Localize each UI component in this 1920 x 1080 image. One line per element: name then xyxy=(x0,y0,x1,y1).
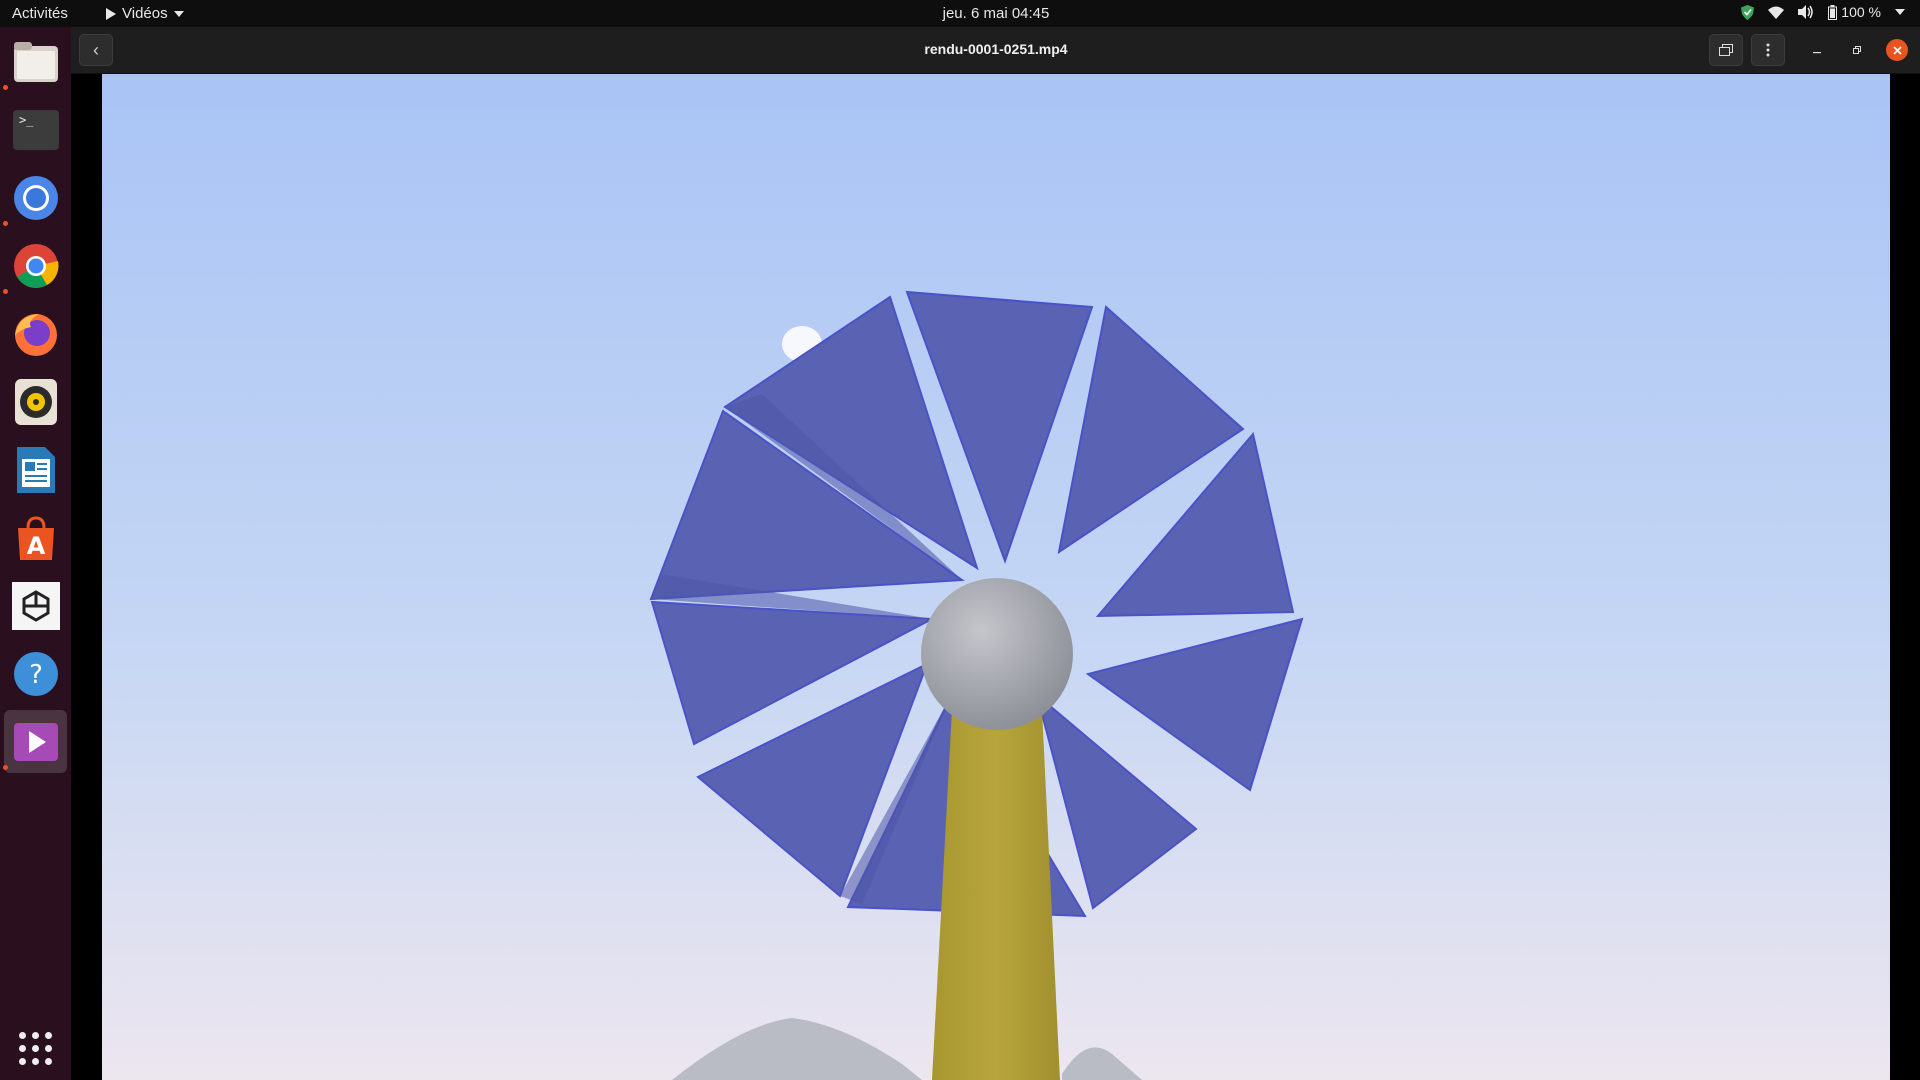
battery-icon xyxy=(1828,4,1838,20)
dock-item-videos[interactable] xyxy=(4,710,67,773)
windmill-pole xyxy=(932,710,1060,1080)
chevron-down-icon xyxy=(1895,9,1905,15)
video-frame xyxy=(102,74,1890,1080)
videos-window: ‹ rendu-0001-0251.mp4 xyxy=(71,27,1920,1080)
top-bar: Activités Vidéos jeu. 6 mai 04:45 100 % xyxy=(0,0,1920,27)
dock-item-files[interactable] xyxy=(4,30,67,93)
rhythmbox-icon xyxy=(14,378,57,425)
dock-item-software[interactable]: A xyxy=(4,506,67,569)
header-bar: ‹ rendu-0001-0251.mp4 xyxy=(71,27,1920,74)
window-title: rendu-0001-0251.mp4 xyxy=(924,41,1068,57)
minimize-button[interactable] xyxy=(1806,39,1828,61)
running-indicator xyxy=(3,221,8,226)
help-icon: ? xyxy=(13,651,58,696)
running-indicator xyxy=(3,765,8,770)
kebab-menu-icon xyxy=(1766,43,1770,57)
dock: >_ A ? xyxy=(0,27,71,1080)
minimize-icon xyxy=(1813,52,1821,54)
running-indicator xyxy=(3,85,8,90)
chromium-icon xyxy=(13,175,58,220)
unfullscreen-button[interactable] xyxy=(1709,34,1743,66)
svg-text:?: ? xyxy=(29,660,43,690)
wifi-icon xyxy=(1768,6,1785,19)
restore-button[interactable] xyxy=(1846,39,1868,61)
terminal-icon: >_ xyxy=(12,109,59,150)
document-icon xyxy=(16,446,55,493)
videos-icon xyxy=(13,722,58,761)
close-icon xyxy=(1892,45,1902,55)
running-indicator xyxy=(3,289,8,294)
video-player[interactable] xyxy=(102,74,1890,1080)
system-tray[interactable]: 100 % xyxy=(1741,4,1905,20)
windmill-hub xyxy=(921,578,1073,730)
unity-icon xyxy=(11,581,60,630)
restore-icon xyxy=(1719,44,1733,56)
dock-item-help[interactable]: ? xyxy=(4,642,67,705)
store-icon: A xyxy=(17,515,54,560)
dock-item-writer[interactable] xyxy=(4,438,67,501)
menu-button[interactable] xyxy=(1751,34,1785,66)
chrome-icon xyxy=(13,243,59,288)
folder-icon xyxy=(13,41,58,82)
maximize-icon xyxy=(1853,46,1861,54)
dock-item-terminal[interactable]: >_ xyxy=(4,98,67,161)
battery-percent: 100 % xyxy=(1841,4,1881,20)
shield-icon xyxy=(1741,4,1755,20)
close-button[interactable] xyxy=(1886,39,1908,61)
dock-item-chromium[interactable] xyxy=(4,166,67,229)
svg-text:A: A xyxy=(26,532,45,560)
svg-text:>_: >_ xyxy=(19,113,34,127)
dock-item-unity[interactable] xyxy=(4,574,67,637)
dock-item-rhythmbox[interactable] xyxy=(4,370,67,433)
dock-item-firefox[interactable] xyxy=(4,302,67,365)
show-applications-button[interactable] xyxy=(19,1032,52,1065)
clock[interactable]: jeu. 6 mai 04:45 xyxy=(0,5,1920,22)
volume-icon xyxy=(1798,5,1814,19)
dock-item-chrome[interactable] xyxy=(4,234,67,297)
firefox-icon xyxy=(14,313,57,356)
